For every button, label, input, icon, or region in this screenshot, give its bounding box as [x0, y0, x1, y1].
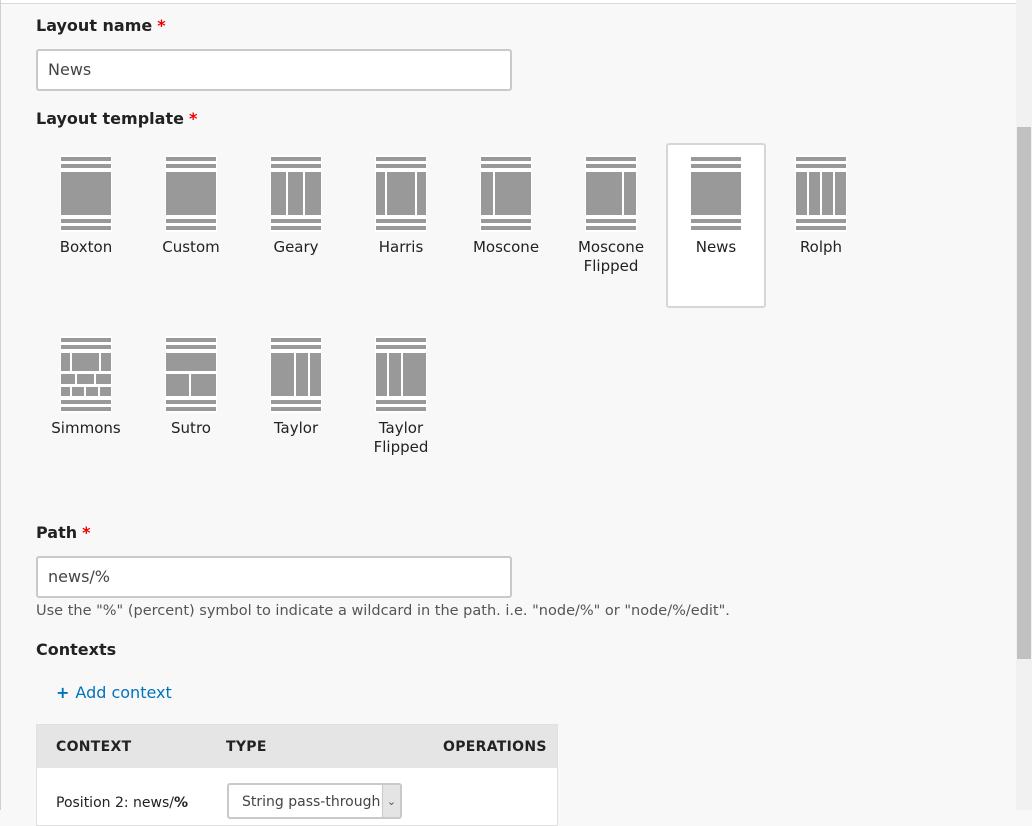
plus-icon: +	[56, 683, 70, 702]
template-taylor-flipped[interactable]: Taylor Flipped	[351, 324, 451, 489]
path-label: Path *	[36, 523, 91, 542]
required-mark: *	[157, 16, 166, 35]
type-select[interactable]: String pass-through ⌄	[227, 783, 402, 819]
column-header-context: CONTEXT	[56, 739, 132, 755]
template-name: Geary	[273, 238, 319, 256]
layout-simmons-icon	[60, 336, 112, 413]
table-header: CONTEXT TYPE OPERATIONS	[37, 725, 557, 768]
path-help-text: Use the "%" (percent) symbol to indicate…	[36, 603, 730, 619]
template-name: Moscone	[472, 238, 540, 256]
window-left-edge	[0, 0, 1, 810]
template-taylor[interactable]: Taylor	[246, 324, 346, 489]
layout-sutro-icon	[165, 336, 217, 413]
required-mark: *	[82, 523, 91, 542]
layout-custom-icon	[165, 155, 217, 232]
layout-moscone-icon	[480, 155, 532, 232]
template-name: Boxton	[59, 238, 113, 256]
layout-boxton-icon	[60, 155, 112, 232]
layout-moscone-flipped-icon	[585, 155, 637, 232]
layout-taylor-icon	[270, 336, 322, 413]
template-name: Sutro	[171, 419, 211, 437]
scrollbar-thumb[interactable]	[1017, 127, 1031, 659]
layout-taylor-flipped-icon	[375, 336, 427, 413]
template-name: News	[695, 238, 737, 256]
template-name: Rolph	[799, 238, 843, 256]
template-name: Taylor	[273, 419, 319, 437]
template-geary[interactable]: Geary	[246, 143, 346, 308]
template-custom[interactable]: Custom	[141, 143, 241, 308]
template-rolph[interactable]: Rolph	[771, 143, 871, 308]
add-context-link[interactable]: + Add context	[56, 683, 172, 702]
template-name: Custom	[162, 238, 220, 256]
vertical-scrollbar[interactable]	[1016, 0, 1032, 810]
required-mark: *	[188, 109, 198, 128]
layout-geary-icon	[270, 155, 322, 232]
column-header-type: TYPE	[226, 739, 267, 755]
window-top-edge	[0, 0, 1016, 4]
template-name: Simmons	[51, 419, 121, 437]
context-cell: Position 2: news/%	[56, 795, 189, 811]
layout-name-input[interactable]: News	[36, 49, 512, 91]
template-name: Moscone Flipped	[577, 238, 645, 275]
template-name: Harris	[378, 238, 424, 256]
chevron-down-icon: ⌄	[382, 785, 400, 817]
column-header-operations: OPERATIONS	[443, 739, 547, 755]
contexts-table: CONTEXT TYPE OPERATIONS Position 2: news…	[36, 724, 558, 826]
template-simmons[interactable]: Simmons	[36, 324, 136, 489]
add-context-label: Add context	[75, 683, 172, 702]
template-harris[interactable]: Harris	[351, 143, 451, 308]
layout-harris-icon	[375, 155, 427, 232]
layout-name-label: Layout name *	[36, 16, 166, 35]
template-news[interactable]: News	[666, 143, 766, 308]
template-moscone[interactable]: Moscone	[456, 143, 556, 308]
layout-news-icon	[690, 155, 742, 232]
contexts-label: Contexts	[36, 640, 117, 659]
path-input[interactable]: news/%	[36, 556, 512, 598]
template-sutro[interactable]: Sutro	[141, 324, 241, 489]
layout-rolph-icon	[795, 155, 847, 232]
template-name: Taylor Flipped	[373, 419, 429, 456]
template-moscone-flipped[interactable]: Moscone Flipped	[561, 143, 661, 308]
template-boxton[interactable]: Boxton	[36, 143, 136, 308]
layout-template-label: Layout template *	[36, 109, 198, 128]
